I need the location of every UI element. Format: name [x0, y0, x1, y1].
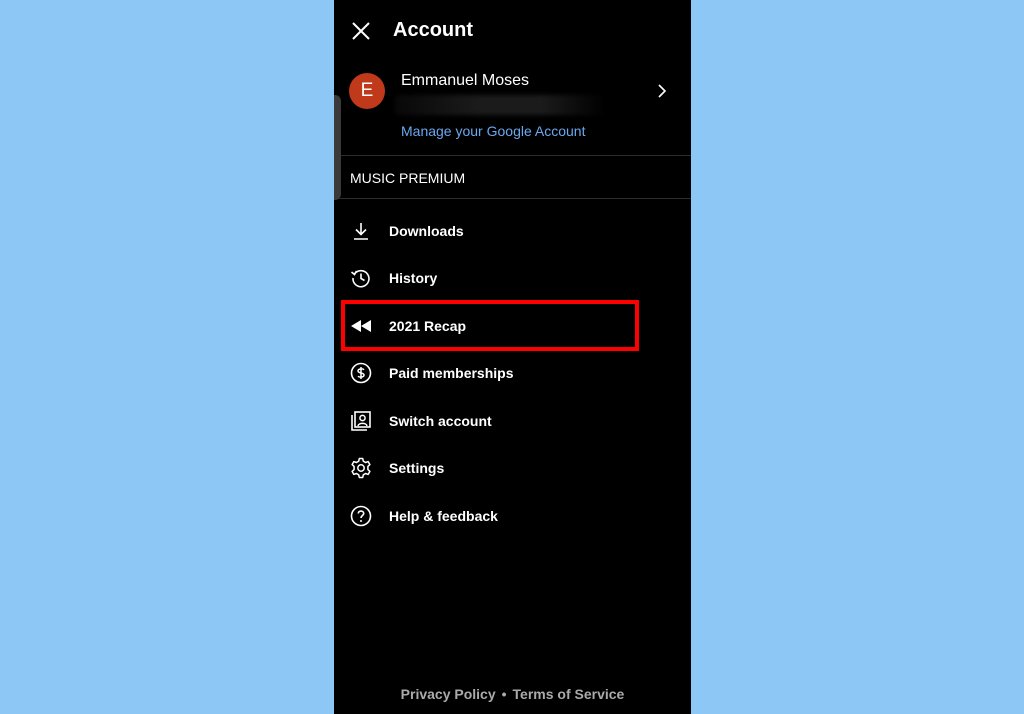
history-icon — [350, 269, 370, 288]
account-panel: Account E Emmanuel Moses Manage your Goo… — [334, 0, 691, 714]
menu-item-settings[interactable]: Settings — [334, 445, 691, 491]
menu-item-label: Help & feedback — [389, 508, 498, 524]
section-label: MUSIC PREMIUM — [350, 170, 466, 186]
menu-item-downloads[interactable]: Downloads — [334, 208, 691, 254]
menu-item-paid-memberships[interactable]: Paid memberships — [334, 350, 691, 396]
manage-account-link[interactable]: Manage your Google Account — [401, 123, 585, 139]
top-bar: Account — [334, 0, 691, 62]
menu-item-switch-account[interactable]: Switch account — [334, 398, 691, 444]
side-handle — [334, 95, 341, 200]
switch-account-icon — [351, 411, 371, 431]
page-title: Account — [393, 19, 473, 41]
footer-links: Privacy Policy • Terms of Service — [334, 686, 691, 702]
download-icon — [354, 223, 368, 240]
menu-item-history[interactable]: History — [334, 255, 691, 301]
terms-of-service-link[interactable]: Terms of Service — [513, 686, 625, 702]
menu-item-label: Settings — [389, 460, 445, 476]
user-name: Emmanuel Moses — [401, 72, 530, 89]
dollar-icon — [350, 362, 372, 384]
menu-item-label: Downloads — [389, 223, 464, 239]
highlight-box — [341, 300, 639, 351]
menu-item-help-feedback[interactable]: Help & feedback — [334, 493, 691, 539]
menu-item-label: Switch account — [389, 413, 492, 429]
close-icon[interactable] — [350, 20, 372, 42]
menu-item-label: History — [389, 270, 438, 286]
menu-item-label: Paid memberships — [389, 365, 514, 381]
account-row[interactable]: E Emmanuel Moses Manage your Google Acco… — [334, 62, 691, 155]
divider — [334, 155, 691, 156]
privacy-policy-link[interactable]: Privacy Policy — [401, 686, 496, 702]
footer-separator: • — [501, 686, 507, 702]
help-icon — [350, 505, 372, 527]
gear-icon — [351, 457, 371, 479]
chevron-right-icon[interactable] — [656, 82, 668, 100]
blurred-email — [395, 95, 605, 115]
avatar[interactable]: E — [349, 73, 385, 109]
divider — [334, 198, 691, 199]
